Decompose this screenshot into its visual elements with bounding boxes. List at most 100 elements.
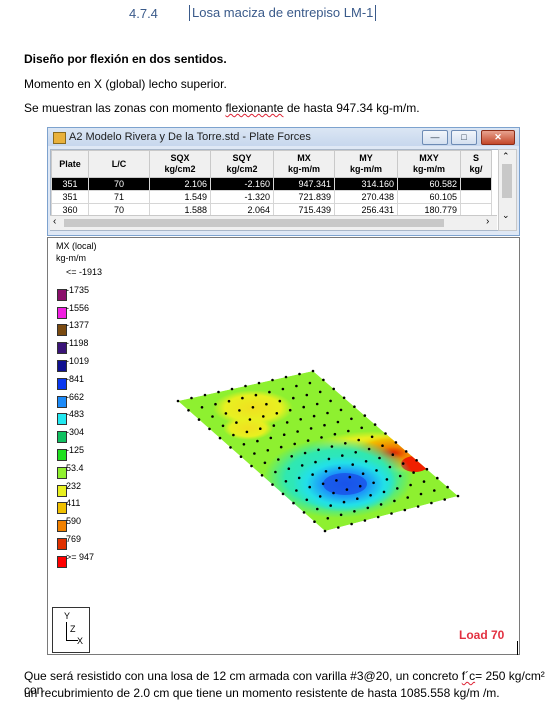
column-header[interactable]: MX kg-m/m <box>273 150 335 178</box>
column-header-title: SQY <box>232 153 252 163</box>
mesh-node <box>272 424 276 427</box>
mesh-node <box>318 495 322 498</box>
mesh-node <box>317 448 320 452</box>
mesh-node <box>251 406 255 409</box>
mesh-node <box>390 512 393 515</box>
mesh-node <box>330 445 334 448</box>
table-row[interactable]: 351 71 1.549 -1.320 721.839 270.438 60.105 <box>51 190 492 204</box>
mesh-node <box>208 427 211 431</box>
close-button[interactable]: ✕ <box>481 130 515 145</box>
mesh-node <box>197 418 201 421</box>
mesh-node <box>266 449 270 452</box>
mesh-node <box>265 402 268 406</box>
mesh-node <box>341 454 344 457</box>
column-header[interactable]: MXY kg-m/m <box>397 150 461 178</box>
vertical-scrollbar[interactable]: ⌃ ⌄ <box>498 149 517 231</box>
column-header-title: MX <box>297 153 311 163</box>
mesh-node <box>419 492 423 496</box>
column-header[interactable]: Skg/ <box>460 150 492 178</box>
scroll-thumb[interactable] <box>502 164 512 198</box>
mesh-node <box>425 467 429 471</box>
section-title[interactable]: Losa maciza de entrepiso LM-1 <box>189 5 377 21</box>
mesh-node <box>322 378 325 382</box>
column-header[interactable]: Plate <box>51 150 89 178</box>
scroll-left-icon[interactable]: ‹ <box>53 216 56 227</box>
column-header[interactable]: L/C <box>88 150 150 178</box>
mesh-node <box>218 436 222 440</box>
mesh-node <box>203 393 207 397</box>
mesh-node <box>324 470 328 473</box>
mesh-node <box>305 393 309 397</box>
mesh-node <box>436 476 439 480</box>
mesh-node <box>297 476 301 480</box>
mesh-node <box>254 393 258 397</box>
column-header[interactable]: SQX kg/cm2 <box>149 150 211 178</box>
paragraph-resistance-2: un recubrimiento de 2.0 cm que tiene un … <box>24 686 500 700</box>
table-cell: 314.160 <box>334 177 398 191</box>
mesh-node <box>277 458 280 461</box>
contour-plot-panel: MX (local) kg-m/m <= -1913 -1735 -1556 -137… <box>47 237 520 655</box>
mesh-node <box>242 443 246 446</box>
mesh-node <box>344 442 347 445</box>
table-cell: -1.320 <box>210 190 274 204</box>
mesh-node <box>364 460 368 463</box>
maximize-button[interactable]: □ <box>451 130 477 145</box>
mesh-node <box>253 452 256 455</box>
mesh-node <box>227 399 231 403</box>
scroll-down-icon[interactable]: ⌄ <box>502 210 510 221</box>
mesh-node <box>295 384 298 388</box>
column-header[interactable]: SQY kg/cm2 <box>210 150 274 178</box>
mesh-node <box>214 402 217 406</box>
minimize-button[interactable]: — <box>422 130 448 145</box>
mesh-node <box>230 387 234 391</box>
table-cell: 60.105 <box>397 190 461 204</box>
paragraph-moment-x: Momento en X (global) lecho superior. <box>24 77 227 91</box>
mesh-node <box>379 503 383 506</box>
mesh-node <box>347 429 350 433</box>
mesh-node <box>363 519 367 522</box>
plate-contour-svg <box>176 369 460 533</box>
column-header[interactable]: MY kg-m/m <box>334 150 398 178</box>
mesh-node <box>176 399 180 403</box>
table-cell: 2.106 <box>149 177 211 191</box>
table-row[interactable]: 351 70 2.106 -2.160 947.341 314.160 60.582 <box>51 177 492 191</box>
mesh-node <box>381 444 384 447</box>
mesh-node <box>318 390 322 394</box>
mesh-node <box>296 430 299 433</box>
horizontal-scrollbar[interactable]: ‹ › <box>50 215 497 230</box>
mesh-node <box>396 487 399 490</box>
mesh-node <box>257 381 261 385</box>
section-number: 4.7.4 <box>129 6 158 21</box>
column-header-title: MXY <box>419 153 439 163</box>
mesh-node <box>229 446 232 449</box>
mesh-node <box>323 529 327 533</box>
mesh-node <box>406 496 410 499</box>
mesh-node <box>211 415 214 418</box>
column-header-unit: kg-m/m <box>287 164 320 174</box>
mesh-node <box>256 439 259 443</box>
window-title-bar[interactable]: A2 Modelo Rivera y De la Torre.std - Pla… <box>48 128 519 146</box>
mesh-node <box>263 461 267 465</box>
mesh-node <box>306 439 310 442</box>
mesh-node <box>376 515 380 519</box>
spellcheck-word: flexionante <box>225 101 284 115</box>
mesh-node <box>404 450 408 453</box>
mesh-node <box>373 423 377 426</box>
paragraph-resistance-text-a: Que será resistido con una losa de 12 cm… <box>24 669 462 683</box>
mesh-node <box>372 481 375 485</box>
paragraph-zones: Se muestran las zonas con momento flexio… <box>24 101 420 115</box>
mesh-node <box>342 396 346 400</box>
load-label: Load 70 <box>459 628 505 642</box>
scroll-up-icon[interactable]: ⌃ <box>502 151 510 162</box>
mesh-node <box>232 433 235 437</box>
axis-z-label: Z <box>70 624 76 634</box>
mesh-node <box>293 442 296 446</box>
mesh-node <box>403 508 407 512</box>
mesh-node <box>350 417 353 421</box>
mesh-node <box>190 396 193 400</box>
plate-forces-window[interactable]: A2 Modelo Rivera y De la Torre.std - Pla… <box>47 127 520 236</box>
mesh-node <box>337 526 340 529</box>
mesh-node <box>260 474 264 477</box>
scroll-right-icon[interactable]: › <box>486 216 489 227</box>
hscroll-thumb[interactable] <box>64 219 444 227</box>
